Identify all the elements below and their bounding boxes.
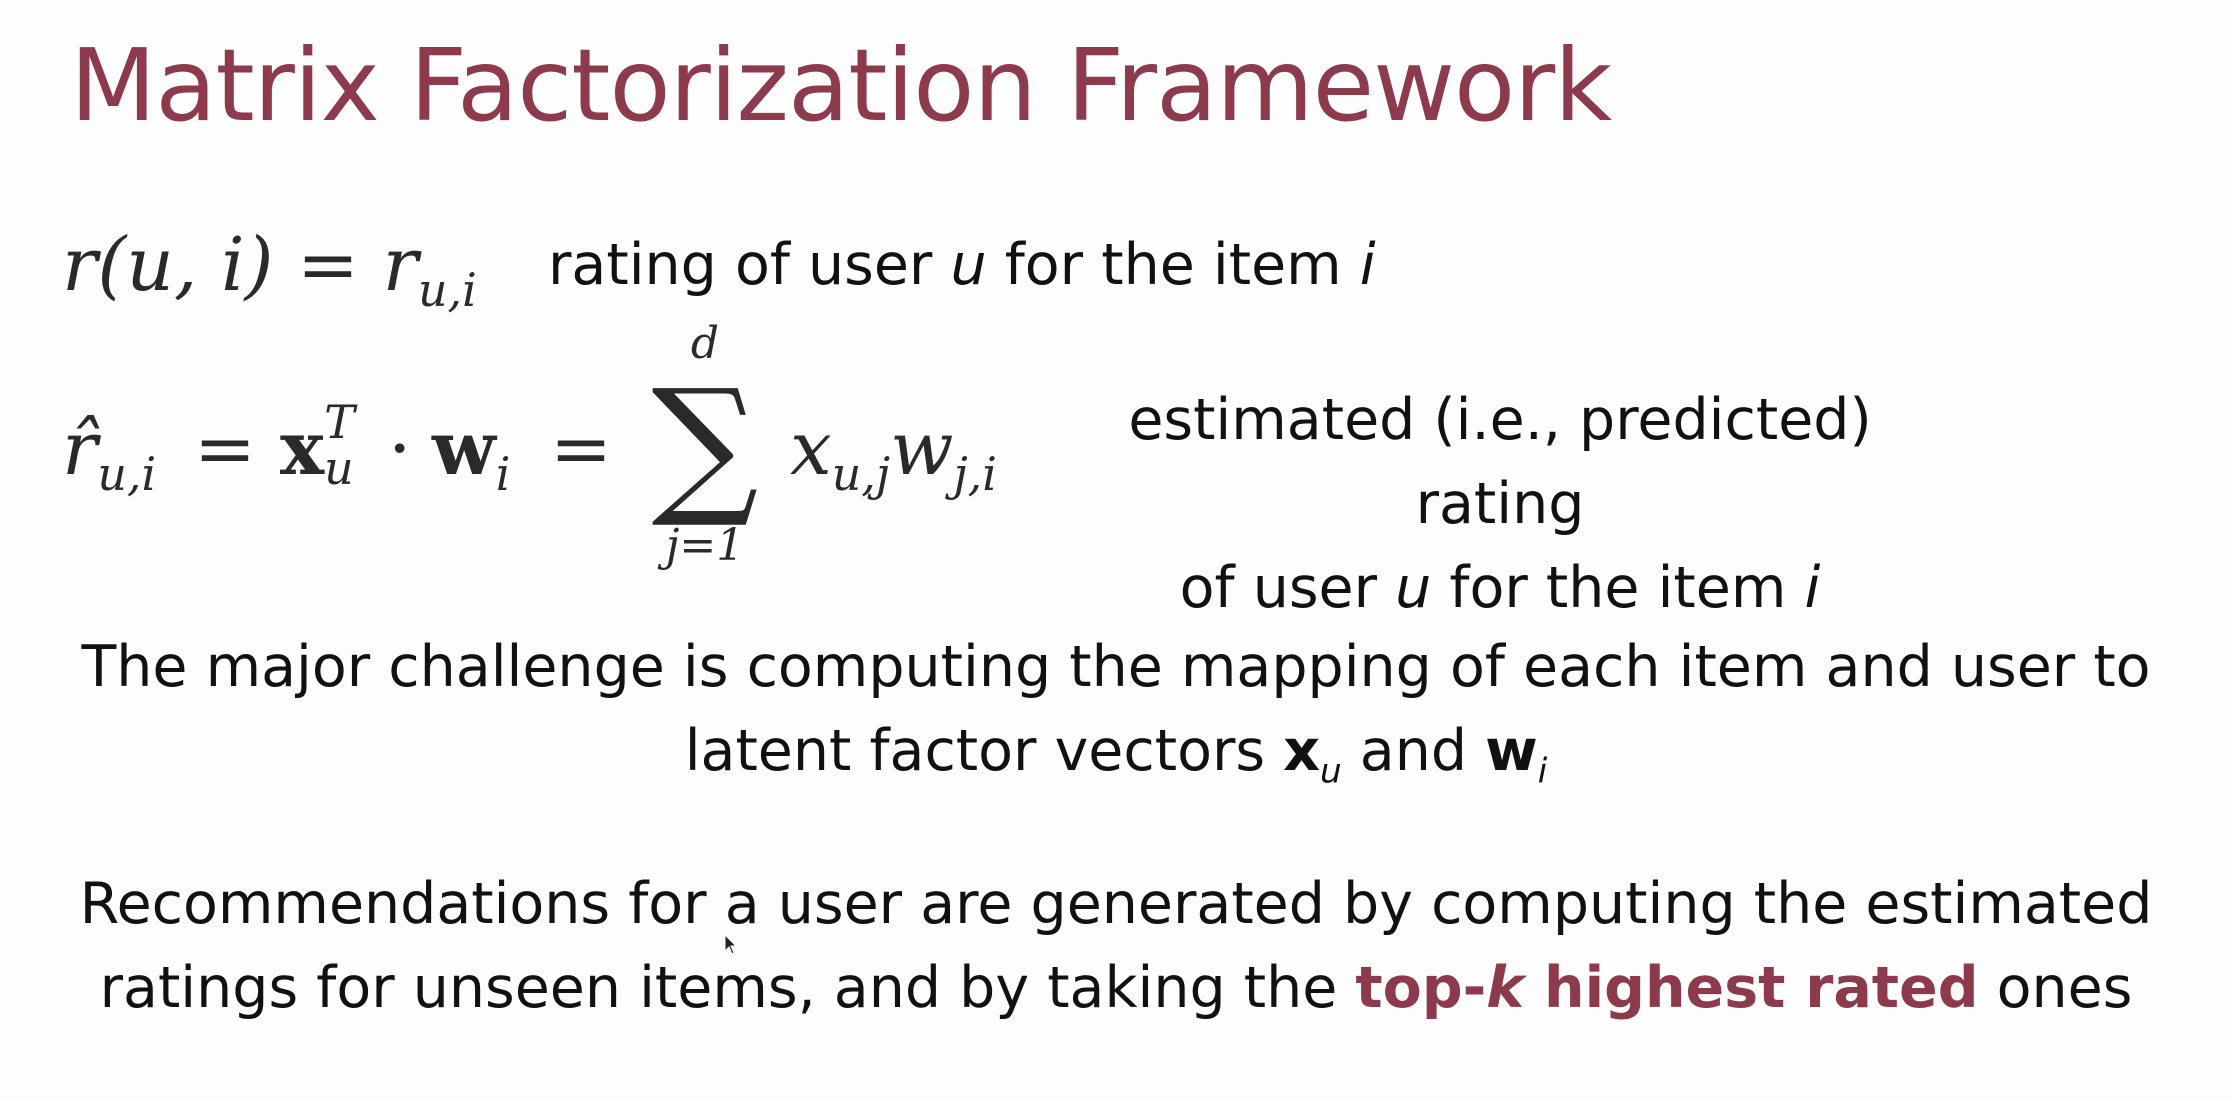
- eq1-lhs-fn: r: [62, 222, 98, 308]
- eq1-lhs-args: (u, i): [97, 222, 274, 308]
- para2-line2-suffix: ones: [1978, 955, 2133, 1021]
- slide-title: Matrix Factorization Framework: [70, 27, 1612, 144]
- mouse-cursor-icon: [724, 934, 738, 955]
- para1-w-letter: w: [1485, 718, 1538, 784]
- para1-line2-prefix: latent factor vectors: [684, 718, 1284, 784]
- desc2-user-var: u: [1395, 555, 1432, 621]
- challenge-paragraph: The major challenge is computing the map…: [40, 625, 2192, 813]
- eq2-x-bold: x: [280, 406, 325, 492]
- eq1-rhs-var: r: [382, 222, 418, 308]
- eq1-rhs-sub: u,i: [417, 262, 477, 317]
- para1-w-sub: i: [1537, 751, 1548, 792]
- slide: Matrix Factorization Framework r(u, i) =…: [0, 0, 2232, 1100]
- eq2-equals-a: =: [194, 406, 257, 492]
- eq2-w-bold: w: [432, 406, 496, 492]
- eq2-term-x-sub: u,j: [831, 446, 891, 501]
- para1-x-vector: xu: [1283, 718, 1341, 791]
- rating-equation: r(u, i) = ru,i: [62, 222, 477, 313]
- eq2-term-x: x: [790, 406, 832, 492]
- para1-conj: and: [1341, 718, 1486, 784]
- desc2-item-var: i: [1804, 555, 1821, 621]
- para1-line2: latent factor vectors xu and wi: [40, 709, 2192, 813]
- eq2-term-w: w: [890, 406, 954, 492]
- desc2-line2-prefix: of user: [1179, 555, 1396, 621]
- para1-x-sub: u: [1319, 751, 1342, 792]
- hl-a: top-: [1355, 955, 1487, 1021]
- summation: d ∑ j=1: [630, 318, 780, 572]
- desc1-middle: for the item: [986, 232, 1360, 298]
- hl-b: highest rated: [1524, 955, 1979, 1021]
- desc1-user-var: u: [950, 232, 987, 298]
- eq2-w-sub: i: [495, 446, 511, 501]
- para2-line2-prefix: ratings for unseen items, and by taking …: [99, 955, 1356, 1021]
- recommendation-paragraph: Recommendations for a user are generated…: [40, 862, 2192, 1030]
- para2-line2: ratings for unseen items, and by taking …: [40, 946, 2192, 1030]
- eq1-equals: =: [297, 222, 360, 308]
- rating-description: rating of user u for the item i: [548, 232, 1376, 298]
- para1-x-letter: x: [1283, 718, 1320, 784]
- desc2-line1: estimated (i.e., predicted) rating: [1128, 387, 1872, 537]
- desc2-line2-middle: for the item: [1431, 555, 1805, 621]
- desc1-item-var: i: [1359, 232, 1376, 298]
- desc1-prefix: rating of user: [548, 232, 951, 298]
- eq2-dot: ·: [388, 406, 412, 492]
- eq2-lhs-group: r̂u,i: [62, 406, 156, 497]
- hl-k: k: [1486, 955, 1525, 1021]
- top-k-highlight: top-k highest rated: [1355, 955, 1978, 1021]
- sum-sign: ∑: [651, 358, 759, 532]
- desc2-line2: of user u for the item i: [1100, 546, 1900, 630]
- eq2-term: xu,jwj,i: [790, 406, 997, 497]
- eq2-lhs-sub: u,i: [97, 446, 157, 501]
- para1-w-vector: wi: [1485, 718, 1547, 791]
- para1-line1: The major challenge is computing the map…: [81, 634, 2151, 700]
- eq2-lhs: r̂: [62, 406, 98, 492]
- eq2-term-w-sub: j,i: [953, 446, 997, 501]
- para2-line1: Recommendations for a user are generated…: [79, 871, 2153, 937]
- eq2-w-group: wi: [432, 406, 510, 497]
- eq2-x-group: xTu: [280, 395, 355, 495]
- prediction-description: estimated (i.e., predicted) rating of us…: [1100, 378, 1900, 630]
- eq2-equals-b: =: [550, 406, 613, 492]
